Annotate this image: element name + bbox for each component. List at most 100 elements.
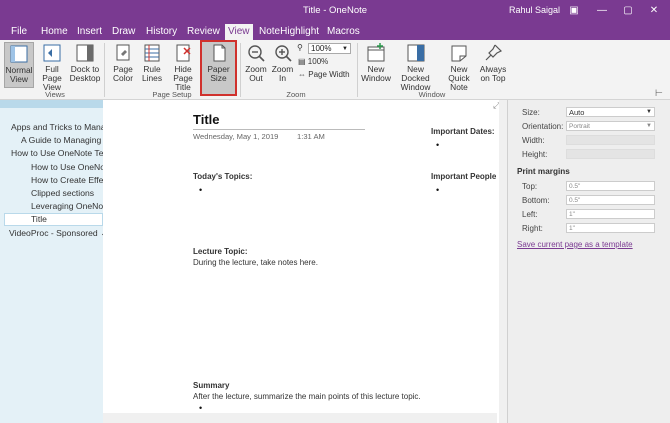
tab-file[interactable]: File <box>8 25 30 40</box>
tab-history[interactable]: History <box>143 25 180 40</box>
new-quick-note-label: New Quick Note <box>448 64 470 92</box>
paper-size-pane: Size: Auto ▼ Orientation: Portrait ▼ Width… <box>507 100 670 423</box>
rule-lines-button[interactable]: Rule Lines <box>139 42 165 83</box>
tab-home[interactable]: Home <box>38 25 71 40</box>
chevron-down-icon: ▼ <box>646 109 652 115</box>
bottom-margin-field[interactable]: 0.5" <box>566 195 655 205</box>
hide-page-title-button[interactable]: Hide Page Title <box>166 42 200 92</box>
tab-notehighlight[interactable]: NoteHighlight <box>256 25 322 40</box>
page-item[interactable]: Clipped sections <box>31 188 103 198</box>
dock-to-desktop-button[interactable]: Dock to Desktop <box>69 42 101 83</box>
bullet[interactable]: • <box>199 185 202 195</box>
tab-view[interactable]: View <box>225 24 253 40</box>
page-item-current[interactable]: Title <box>4 213 103 226</box>
zoom-level-value: 100% <box>311 44 332 53</box>
close-icon[interactable]: ✕ <box>646 3 662 19</box>
size-value: Auto <box>569 108 585 117</box>
page-width-icon: ⇔ <box>298 70 306 79</box>
rule-lines-label: Rule Lines <box>141 64 163 83</box>
always-on-top-button[interactable]: Always on Top <box>479 42 507 83</box>
page-title[interactable]: Title <box>193 112 220 127</box>
page-width-label: Page Width <box>308 70 350 79</box>
new-docked-window-label: New Docked Window <box>400 64 431 92</box>
paper-size-label: Paper Size <box>207 64 230 83</box>
minimize-icon[interactable]: — <box>594 3 610 19</box>
vertical-scrollbar[interactable] <box>499 100 507 423</box>
title-underline <box>193 129 365 130</box>
collapse-ribbon-pin-icon[interactable]: ⊢ <box>655 88 663 99</box>
hide-title-icon <box>176 44 191 62</box>
page-width-button[interactable]: ⇔ Page Width <box>298 70 350 79</box>
bottom-margin-label: Bottom: <box>522 196 550 205</box>
top-margin-field[interactable]: 0.5" <box>566 181 655 191</box>
chevron-down-icon: ▼ <box>646 123 652 129</box>
normal-view-icon <box>10 45 28 63</box>
page-color-label: Page Color <box>112 64 133 83</box>
orientation-label: Orientation: <box>522 122 564 131</box>
full-page-view-button[interactable]: Full Page View <box>36 42 68 92</box>
zoom-search-icon: ⚲ <box>297 43 303 52</box>
page-item[interactable]: How to Use OneNo <box>31 162 103 172</box>
title-bar: Title - OneNote Rahul Saigal ▣ — ▢ ✕ <box>0 0 670 22</box>
full-page-view-icon <box>43 44 61 62</box>
page-color-icon <box>116 44 130 61</box>
todays-topics-heading[interactable]: Today's Topics: <box>193 172 252 181</box>
page-item[interactable]: Apps and Tricks to Mana <box>11 122 103 132</box>
zoom-out-button[interactable]: Zoom Out <box>243 42 269 83</box>
lecture-text[interactable]: During the lecture, take notes here. <box>193 258 318 267</box>
paper-size-button[interactable]: Paper Size <box>200 40 237 96</box>
zoom-in-button[interactable]: Zoom In <box>270 42 295 83</box>
height-field[interactable] <box>566 149 655 159</box>
tab-review[interactable]: Review <box>184 25 223 40</box>
page-color-button[interactable]: Page Color <box>108 42 138 83</box>
section-item-videoproc[interactable]: VideoProc - Sponsored ⌄ <box>9 228 103 239</box>
important-people-heading[interactable]: Important People <box>431 172 496 181</box>
window-group-label: Window <box>418 90 446 99</box>
sidebar-header-strip <box>0 100 103 108</box>
maximize-icon[interactable]: ▢ <box>620 3 636 19</box>
zoom-group-label: Zoom <box>286 90 306 99</box>
tab-draw[interactable]: Draw <box>109 25 138 40</box>
summary-text[interactable]: After the lecture, summarize the main po… <box>193 392 421 401</box>
views-group-label: Views <box>45 90 65 99</box>
group-separator <box>240 43 241 97</box>
new-quick-note-button[interactable]: New Quick Note <box>440 42 478 92</box>
zoom-in-icon <box>274 45 292 62</box>
new-window-button[interactable]: New Window <box>360 42 392 83</box>
top-margin-label: Top: <box>522 182 538 191</box>
horizontal-scrollbar[interactable] <box>103 413 497 423</box>
tab-insert[interactable]: Insert <box>74 25 105 40</box>
dock-icon <box>76 44 94 62</box>
new-docked-window-button[interactable]: New Docked Window <box>393 42 438 92</box>
right-margin-field[interactable]: 1" <box>566 223 655 233</box>
zoom-level-combobox[interactable]: 100% ▼ <box>308 43 351 54</box>
bullet[interactable]: • <box>436 185 439 195</box>
tab-macros[interactable]: Macros <box>324 25 363 40</box>
page-item[interactable]: A Guide to Managing <box>21 135 103 145</box>
zoom-100-button[interactable]: ▤ 100% <box>298 57 328 66</box>
orientation-value: Portrait <box>569 123 590 130</box>
important-dates-heading[interactable]: Important Dates: <box>431 127 495 136</box>
page-item[interactable]: How to Create Effe <box>31 175 103 185</box>
always-on-top-label: Always on Top <box>479 64 507 83</box>
orientation-dropdown[interactable]: Portrait ▼ <box>566 121 655 131</box>
size-label: Size: <box>522 108 540 117</box>
size-dropdown[interactable]: Auto ▼ <box>566 107 655 117</box>
lecture-topic-heading[interactable]: Lecture Topic: <box>193 247 248 256</box>
right-margin-label: Right: <box>522 224 543 233</box>
page-item[interactable]: How to Use OneNote Te <box>11 148 103 158</box>
paper-size-icon <box>213 44 225 62</box>
save-template-link[interactable]: Save current page as a template <box>517 240 633 249</box>
user-name[interactable]: Rahul Saigal <box>509 5 560 15</box>
normal-view-button[interactable]: Normal View <box>4 42 34 88</box>
ribbon-display-icon[interactable]: ▣ <box>566 3 582 19</box>
page-canvas[interactable]: Title Wednesday, May 1, 2019 1:31 AM Imp… <box>103 100 507 423</box>
summary-heading[interactable]: Summary <box>193 381 229 390</box>
left-margin-field[interactable]: 1" <box>566 209 655 219</box>
chevron-down-icon: ▼ <box>342 46 348 52</box>
page-item[interactable]: Leveraging OneNot <box>31 201 103 211</box>
ribbon-tabs: File Home Insert Draw History Review Vie… <box>0 22 670 40</box>
width-field[interactable] <box>566 135 655 145</box>
bullet[interactable]: • <box>436 140 439 150</box>
bullet[interactable]: • <box>199 403 202 413</box>
